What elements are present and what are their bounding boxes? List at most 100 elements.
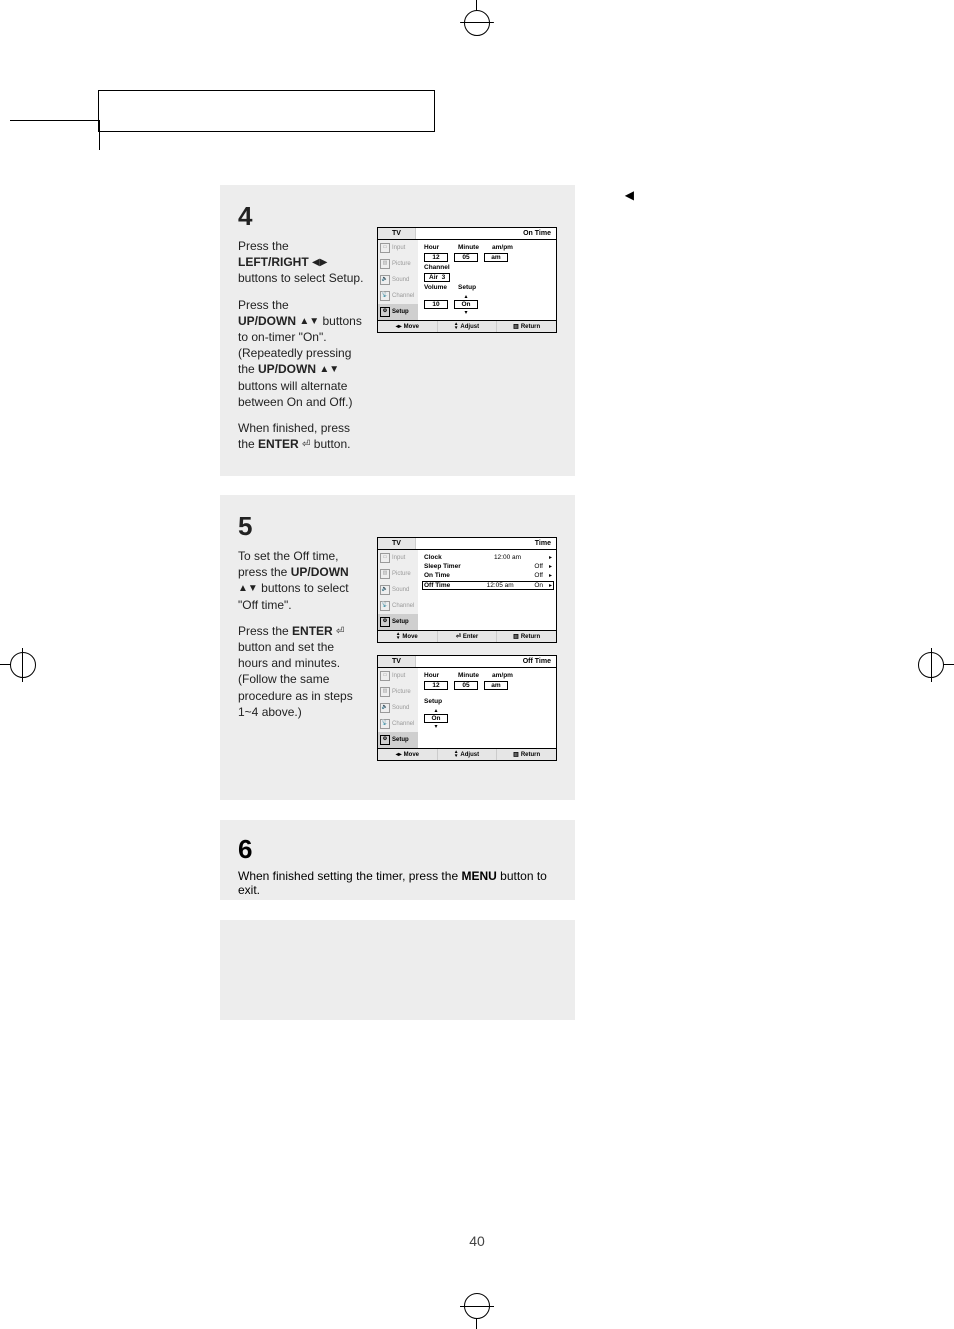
osd-corner-title: On Time xyxy=(523,230,551,237)
step-5-section: 5 To set the Off time, press the UP/DOWN… xyxy=(220,495,575,800)
channel-icon: 📡 xyxy=(380,291,390,301)
body-text: buttons will alternate between On and Of… xyxy=(238,379,353,409)
body-text-bold: MENU xyxy=(461,869,496,883)
step-4-text: 4 Press the LEFT/RIGHT ◀▶ buttons to sel… xyxy=(238,199,365,462)
osd-footer-label: Return xyxy=(521,324,540,330)
sound-icon: 🔈 xyxy=(380,703,390,713)
sidebar-item-label: Picture xyxy=(392,571,411,577)
osd-label: Minute xyxy=(458,672,486,679)
up-caret-icon: ▴ xyxy=(464,293,467,300)
osd-tv-label: TV xyxy=(378,228,416,239)
up-down-arrows-icon: ▴▾ xyxy=(455,323,458,330)
sidebar-item-label: Sound xyxy=(392,587,409,593)
crop-mark-bottom xyxy=(457,1289,497,1329)
osd-label: Hour xyxy=(424,672,452,679)
blank-grey-box xyxy=(220,920,575,1020)
osd-label: Channel xyxy=(424,264,466,271)
step-number: 4 xyxy=(238,199,365,234)
osd-sidebar: ▭Input ▥Picture 🔈Sound 📡Channel ⚙Setup xyxy=(378,240,418,320)
crop-mark-top xyxy=(457,0,497,40)
body-text: When finished setting the timer, press t… xyxy=(238,869,461,883)
sidebar-item-label: Picture xyxy=(392,261,411,267)
osd-pane: Hour Minute am/pm 12 05 am Setup xyxy=(418,668,556,748)
osd-footer-label: Return xyxy=(521,752,540,758)
right-caret-icon: ▸ xyxy=(549,582,552,589)
osd-figure-time-menu: TV Time ▭Input ▥Picture 🔈Sound 📡Channel … xyxy=(377,537,557,643)
trim-mark xyxy=(10,30,100,121)
body-text-bold: UP/DOWN xyxy=(291,565,349,579)
body-text-bold: UP/DOWN xyxy=(258,362,316,376)
body-text: buttons to select Setup. xyxy=(238,271,363,285)
enter-icon: ⏎ xyxy=(336,627,344,637)
osd-value: On xyxy=(454,300,478,309)
osd-footer-label: Move xyxy=(402,634,417,640)
left-right-arrows-icon: ◂▸ xyxy=(396,323,402,330)
input-icon: ▭ xyxy=(380,243,390,253)
crop-mark-right xyxy=(914,645,954,685)
sidebar-item-label: Input xyxy=(392,673,405,679)
osd-value: 10 xyxy=(424,300,448,309)
body-text-bold: ENTER xyxy=(292,624,333,638)
osd-tv-label: TV xyxy=(378,656,416,667)
enter-icon: ⏎ xyxy=(456,633,461,640)
sound-icon: 🔈 xyxy=(380,275,390,285)
osd-label: Minute xyxy=(458,244,486,251)
right-caret-icon: ▸ xyxy=(549,572,552,579)
osd-value: 12:05 am xyxy=(472,582,528,589)
down-caret-icon: ▾ xyxy=(434,723,437,730)
osd-pane: Hour Minute am/pm 12 05 am Channel xyxy=(418,240,556,320)
picture-icon: ▥ xyxy=(380,687,390,697)
body-text-bold: LEFT/RIGHT xyxy=(238,255,309,269)
crop-mark-left xyxy=(0,645,40,685)
osd-value: On xyxy=(534,582,543,589)
right-caret-icon: ▸ xyxy=(549,563,552,570)
osd-label: am/pm xyxy=(492,244,520,251)
page: ◀ 4 Press the LEFT/RIGHT ◀▶ buttons to s… xyxy=(0,0,954,1329)
setup-icon: ⚙ xyxy=(380,735,390,745)
sidebar-item-label: Setup xyxy=(392,619,409,625)
header-empty-box xyxy=(98,90,435,132)
osd-label: Sleep Timer xyxy=(424,563,466,570)
osd-label: am/pm xyxy=(492,672,520,679)
up-down-arrows-icon: ▴▾ xyxy=(455,751,458,758)
up-down-arrows-icon: ▴▾ xyxy=(397,633,400,640)
body-text-bold: UP/DOWN xyxy=(238,314,296,328)
osd-value: 05 xyxy=(454,681,478,690)
osd-footer-label: Move xyxy=(404,752,419,758)
page-number: 40 xyxy=(0,1233,954,1249)
osd-value: On xyxy=(424,714,448,723)
body-text: Press the xyxy=(238,239,289,253)
osd-footer-label: Adjust xyxy=(460,752,479,758)
left-right-arrows-icon: ◂▸ xyxy=(396,751,402,758)
body-text-bold: ENTER xyxy=(258,437,299,451)
step-4-section: 4 Press the LEFT/RIGHT ◀▶ buttons to sel… xyxy=(220,185,575,476)
up-down-arrows-icon: ▲▼ xyxy=(238,584,258,594)
osd-value: 12:00 am xyxy=(472,554,543,561)
menu-icon: ▥ xyxy=(513,751,519,758)
osd-value: 12 xyxy=(424,253,448,262)
body-text: Press the xyxy=(238,298,289,312)
osd-value: 12 xyxy=(424,681,448,690)
down-caret-icon: ▾ xyxy=(464,309,467,316)
step-6-section: 6 When finished setting the timer, press… xyxy=(220,820,575,900)
body-text: button. xyxy=(314,437,351,451)
up-caret-icon: ▴ xyxy=(434,707,437,714)
osd-value: am xyxy=(484,253,508,262)
osd-value: Off xyxy=(472,572,543,579)
osd-value: Off xyxy=(472,563,543,570)
sidebar-item-label: Input xyxy=(392,555,405,561)
osd-value: 05 xyxy=(454,253,478,262)
body-text: button and set the hours and minutes. (F… xyxy=(238,640,353,719)
enter-icon: ⏎ xyxy=(302,440,310,450)
osd-corner-title: Time xyxy=(535,540,551,547)
sidebar-item-label: Input xyxy=(392,245,405,251)
sidebar-item-label: Setup xyxy=(392,737,409,743)
osd-label: Setup xyxy=(458,284,486,291)
channel-icon: 📡 xyxy=(380,601,390,611)
osd-value: am xyxy=(484,681,508,690)
up-down-arrows-icon: ▲▼ xyxy=(319,365,339,375)
channel-icon: 📡 xyxy=(380,719,390,729)
osd-label: Volume xyxy=(424,284,452,291)
up-down-arrows-icon: ▲▼ xyxy=(299,317,319,327)
osd-pane: Clock 12:00 am ▸ Sleep Timer Off ▸ On Ti… xyxy=(418,550,556,630)
